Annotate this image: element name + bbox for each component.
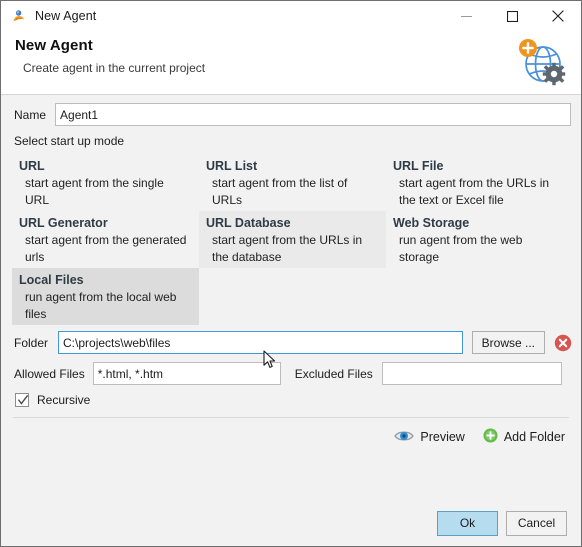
plus-circle-icon xyxy=(483,428,498,446)
mode-description: start agent from the URLs in the databas… xyxy=(212,233,363,264)
new-agent-dialog: New Agent New Agent Create agent in the … xyxy=(0,0,582,547)
minimize-icon[interactable] xyxy=(443,1,489,31)
mode-description: start agent from the single URL xyxy=(25,176,164,207)
delete-circle-icon[interactable] xyxy=(554,334,572,352)
mode-cell-local-files[interactable]: Local Files run agent from the local web… xyxy=(12,268,199,325)
startup-mode-label: Select start up mode xyxy=(14,134,125,148)
dialog-footer: Ok Cancel xyxy=(1,500,581,546)
mode-description: start agent from the URLs in the text or… xyxy=(399,176,550,207)
recursive-row: Recursive xyxy=(1,393,581,407)
ok-button[interactable]: Ok xyxy=(437,510,498,536)
eye-icon xyxy=(394,429,415,446)
close-icon[interactable] xyxy=(535,1,581,31)
section-divider xyxy=(13,417,569,418)
mode-description: run agent from the local web files xyxy=(25,290,177,321)
preview-label: Preview xyxy=(420,430,465,444)
name-input[interactable] xyxy=(55,103,571,126)
excluded-files-label: Excluded Files xyxy=(294,366,373,381)
mode-title: URL Database xyxy=(206,216,291,230)
mode-title: Local Files xyxy=(19,273,84,287)
mode-title: URL File xyxy=(393,159,444,173)
mode-description: start agent from the list of URLs xyxy=(212,176,348,207)
file-filters-row: Allowed Files Excluded Files xyxy=(1,362,581,385)
page-subtitle: Create agent in the current project xyxy=(23,61,206,75)
window-controls xyxy=(443,1,581,31)
mode-description: run agent from the web storage xyxy=(399,233,523,264)
mode-cell-url[interactable]: URL start agent from the single URL xyxy=(12,154,199,211)
checkmark-icon xyxy=(17,394,29,405)
name-row: Name xyxy=(1,95,581,126)
mode-cell-url-list[interactable]: URL List start agent from the list of UR… xyxy=(199,154,386,211)
add-folder-button[interactable]: Add Folder xyxy=(483,428,565,446)
mode-title: URL xyxy=(19,159,45,173)
cancel-button[interactable]: Cancel xyxy=(506,510,567,536)
excluded-files-input[interactable] xyxy=(381,362,562,385)
mode-cell-web-storage[interactable]: Web Storage run agent from the web stora… xyxy=(386,211,573,268)
folder-label: Folder xyxy=(14,335,49,350)
mode-title: URL Generator xyxy=(19,216,108,230)
browse-button[interactable]: Browse ... xyxy=(471,331,545,354)
startup-mode-grid: URL start agent from the single URL URL … xyxy=(12,154,573,325)
allowed-files-input[interactable] xyxy=(92,362,281,385)
mode-title: Web Storage xyxy=(393,216,470,230)
recursive-checkbox[interactable] xyxy=(15,393,29,407)
maximize-icon[interactable] xyxy=(489,1,535,31)
dialog-header: New Agent Create agent in the current pr… xyxy=(1,31,581,95)
preview-button[interactable]: Preview xyxy=(394,429,465,446)
name-label: Name xyxy=(14,107,47,122)
mode-description: start agent from the generated urls xyxy=(25,233,187,264)
add-folder-label: Add Folder xyxy=(503,430,565,444)
folder-input[interactable] xyxy=(58,331,463,354)
folder-actions-row: Preview Add Folder xyxy=(1,428,581,446)
folder-row: Folder Browse ... xyxy=(1,331,581,354)
mode-cell-url-generator[interactable]: URL Generator start agent from the gener… xyxy=(12,211,199,268)
title-bar: New Agent xyxy=(1,1,581,31)
mode-cell-url-file[interactable]: URL File start agent from the URLs in th… xyxy=(386,154,573,211)
recursive-label: Recursive xyxy=(37,393,91,407)
dialog-body: Name Select start up mode URL start agen… xyxy=(1,95,581,546)
window-title: New Agent xyxy=(35,9,97,23)
page-title: New Agent xyxy=(15,37,93,54)
globe-add-gear-icon xyxy=(513,37,567,89)
agent-person-icon xyxy=(11,8,27,24)
mode-title: URL List xyxy=(206,159,258,173)
allowed-files-label: Allowed Files xyxy=(14,366,85,381)
mode-cell-url-database[interactable]: URL Database start agent from the URLs i… xyxy=(199,211,386,268)
